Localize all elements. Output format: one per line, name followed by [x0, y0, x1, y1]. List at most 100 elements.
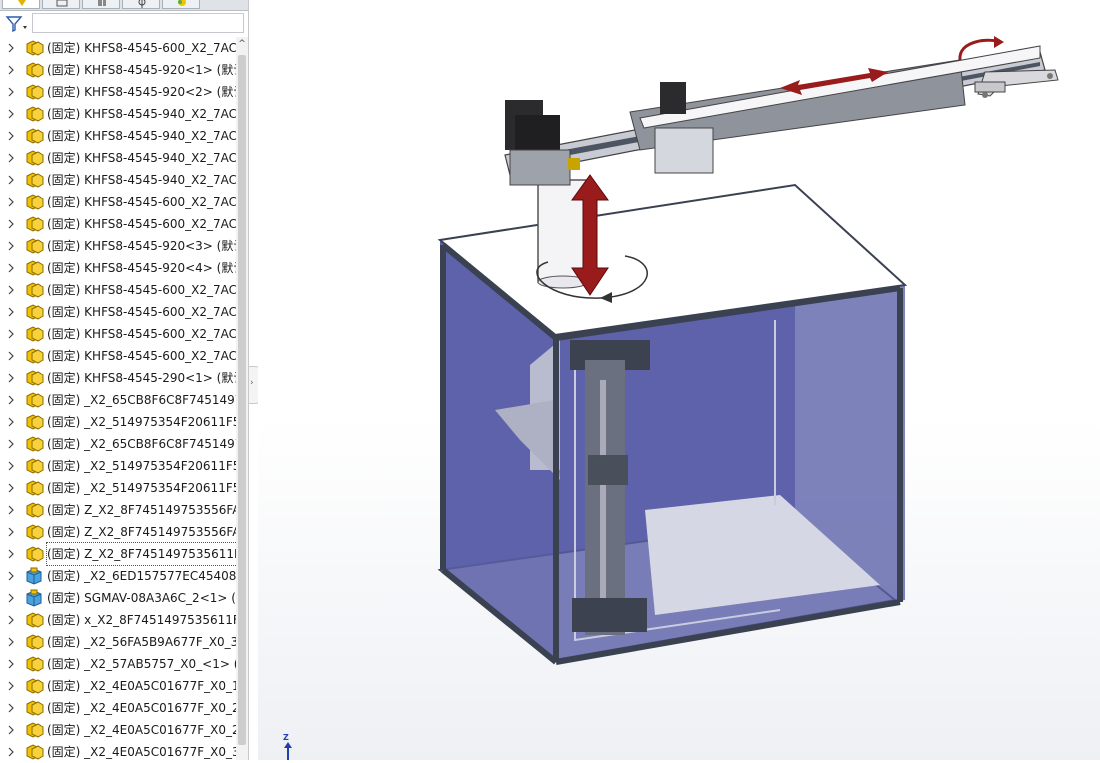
tree-item[interactable]: (固定) Z_X2_8F745149753556FA5: [0, 521, 236, 543]
expand-arrow-icon[interactable]: [7, 257, 15, 279]
tree-item-label: (固定) KHFS8-4545-940_X2_7ACB: [47, 173, 236, 187]
expand-arrow-icon[interactable]: [7, 235, 15, 257]
part-icon: [24, 369, 44, 387]
expand-arrow-icon[interactable]: [7, 367, 15, 389]
expand-arrow-icon[interactable]: [7, 301, 15, 323]
tree-scrollbar[interactable]: ^: [236, 37, 248, 760]
tree-item[interactable]: (固定) KHFS8-4545-600_X2_7ACB: [0, 301, 236, 323]
expand-arrow-icon[interactable]: [7, 433, 15, 455]
part-icon: [24, 281, 44, 299]
tree-item[interactable]: (固定) _X2_4E0A5C01677F_X0_2<: [0, 719, 236, 741]
tree-item[interactable]: (固定) _X2_65CB8F6C8F74514975: [0, 389, 236, 411]
tab-configuration-manager[interactable]: [82, 0, 120, 9]
tree-item-label: (固定) _X2_56FA5B9A677F_X0_3<: [47, 635, 236, 649]
expand-arrow-icon[interactable]: [7, 191, 15, 213]
expand-arrow-icon[interactable]: [7, 389, 15, 411]
tree-item-label: (固定) _X2_6ED157577EC454085: [47, 569, 236, 583]
expand-arrow-icon[interactable]: [7, 499, 15, 521]
tree-item-label: (固定) _X2_65CB8F6C8F74514975: [47, 437, 236, 451]
tree-item-label: (固定) Z_X2_8F7451497535611F5: [46, 542, 236, 566]
part-icon: [24, 149, 44, 167]
expand-arrow-icon[interactable]: [7, 103, 15, 125]
tree-item[interactable]: (固定) KHFS8-4545-920<4> (默认: [0, 257, 236, 279]
tree-item[interactable]: (固定) KHFS8-4545-940_X2_7ACB: [0, 147, 236, 169]
expand-arrow-icon[interactable]: [7, 279, 15, 301]
tree-item-label: (固定) Z_X2_8F745149753556FA5: [47, 503, 236, 517]
tree-item[interactable]: (固定) Z_X2_8F7451497535611F5: [0, 542, 236, 566]
graphics-viewport[interactable]: [258, 0, 1100, 760]
expand-arrow-icon[interactable]: [7, 213, 15, 235]
tree-item[interactable]: (固定) KHFS8-4545-940_X2_7ACB: [0, 169, 236, 191]
tree-item[interactable]: (固定) KHFS8-4545-600_X2_7ACB: [0, 37, 236, 59]
tree-item[interactable]: (固定) KHFS8-4545-600_X2_7ACB: [0, 345, 236, 367]
assembly-icon: [24, 589, 44, 607]
tree-item[interactable]: (固定) KHFS8-4545-600_X2_7ACB: [0, 323, 236, 345]
expand-arrow-icon[interactable]: [7, 323, 15, 345]
tab-feature-tree[interactable]: [2, 0, 40, 9]
tree-item[interactable]: (固定) x_X2_8F7451497535611F5: [0, 609, 236, 631]
expand-arrow-icon[interactable]: [7, 81, 15, 103]
part-icon: [24, 633, 44, 651]
expand-arrow-icon[interactable]: [7, 455, 15, 477]
expand-arrow-icon[interactable]: [7, 169, 15, 191]
tree-item[interactable]: (固定) _X2_57AB5757_X0_<1> (默: [0, 653, 236, 675]
expand-arrow-icon[interactable]: [7, 521, 15, 543]
tree-item[interactable]: (固定) _X2_6ED157577EC454085: [0, 565, 236, 587]
expand-arrow-icon[interactable]: [7, 37, 15, 59]
feature-manager-panel: (固定) KHFS8-4545-600_X2_7ACB (固定) KHFS8-45…: [0, 0, 249, 760]
part-icon: [24, 479, 44, 497]
tree-item[interactable]: (固定) _X2_56FA5B9A677F_X0_3<: [0, 631, 236, 653]
expand-arrow-icon[interactable]: [7, 411, 15, 433]
expand-arrow-icon[interactable]: [7, 125, 15, 147]
expand-arrow-icon[interactable]: [7, 587, 15, 609]
expand-arrow-icon[interactable]: [7, 697, 15, 719]
tree-item[interactable]: (固定) _X2_514975354F20611F56: [0, 455, 236, 477]
tree-item[interactable]: (固定) KHFS8-4545-290<1> (默认: [0, 367, 236, 389]
expand-arrow-icon[interactable]: [7, 543, 15, 565]
tree-item[interactable]: (固定) Z_X2_8F745149753556FA5: [0, 499, 236, 521]
tree-item[interactable]: (固定) SGMAV-08A3A6C_2<1> (默: [0, 587, 236, 609]
part-icon: [24, 435, 44, 453]
servo-motor-x: [660, 82, 686, 114]
part-icon: [24, 655, 44, 673]
tree-item[interactable]: (固定) _X2_4E0A5C01677F_X0_2<: [0, 697, 236, 719]
tree-item-label: (固定) KHFS8-4545-600_X2_7ACB: [47, 327, 236, 341]
tree-item[interactable]: (固定) KHFS8-4545-600_X2_7ACB: [0, 213, 236, 235]
tree-item[interactable]: (固定) _X2_4E0A5C01677F_X0_1<: [0, 675, 236, 697]
expand-arrow-icon[interactable]: [7, 653, 15, 675]
expand-arrow-icon[interactable]: [7, 59, 15, 81]
tree-item[interactable]: (固定) KHFS8-4545-600_X2_7ACB: [0, 279, 236, 301]
tree-item[interactable]: (固定) _X2_514975354F20611F56: [0, 411, 236, 433]
filter-button[interactable]: [4, 14, 30, 34]
expand-arrow-icon[interactable]: [7, 675, 15, 697]
tree-item[interactable]: (固定) KHFS8-4545-920<2> (默认: [0, 81, 236, 103]
expand-arrow-icon[interactable]: [7, 345, 15, 367]
tree-item[interactable]: (固定) KHFS8-4545-940_X2_7ACB: [0, 103, 236, 125]
expand-arrow-icon[interactable]: [7, 565, 15, 587]
tree-item[interactable]: (固定) _X2_65CB8F6C8F74514975: [0, 433, 236, 455]
tree-item[interactable]: (固定) KHFS8-4545-600_X2_7ACB: [0, 191, 236, 213]
tree-item[interactable]: (固定) KHFS8-4545-920<1> (默认: [0, 59, 236, 81]
expand-arrow-icon[interactable]: [7, 741, 15, 760]
filter-icon: [5, 16, 27, 33]
scroll-up-icon[interactable]: ^: [236, 37, 248, 51]
tree-item-label: (固定) KHFS8-4545-600_X2_7ACB: [47, 305, 236, 319]
tree-item[interactable]: (固定) KHFS8-4545-940_X2_7ACB: [0, 125, 236, 147]
tab-display-manager[interactable]: [162, 0, 200, 9]
tab-dimxpert-manager[interactable]: [122, 0, 160, 9]
tree-item-label: (固定) KHFS8-4545-600_X2_7ACB: [47, 195, 236, 209]
expand-arrow-icon[interactable]: [7, 609, 15, 631]
expand-arrow-icon[interactable]: [7, 631, 15, 653]
part-icon: [24, 347, 44, 365]
expand-arrow-icon[interactable]: [7, 147, 15, 169]
tree-item-label: (固定) KHFS8-4545-600_X2_7ACB: [47, 41, 236, 55]
tab-property-manager[interactable]: [42, 0, 80, 9]
part-icon: [24, 83, 44, 101]
scroll-thumb[interactable]: [238, 55, 246, 745]
tree-item[interactable]: (固定) _X2_514975354F20611F56: [0, 477, 236, 499]
tree-item[interactable]: (固定) _X2_4E0A5C01677F_X0_3<: [0, 741, 236, 760]
tree-item[interactable]: (固定) KHFS8-4545-920<3> (默认: [0, 235, 236, 257]
expand-arrow-icon[interactable]: [7, 477, 15, 499]
expand-arrow-icon[interactable]: [7, 719, 15, 741]
filter-input[interactable]: [32, 13, 244, 33]
